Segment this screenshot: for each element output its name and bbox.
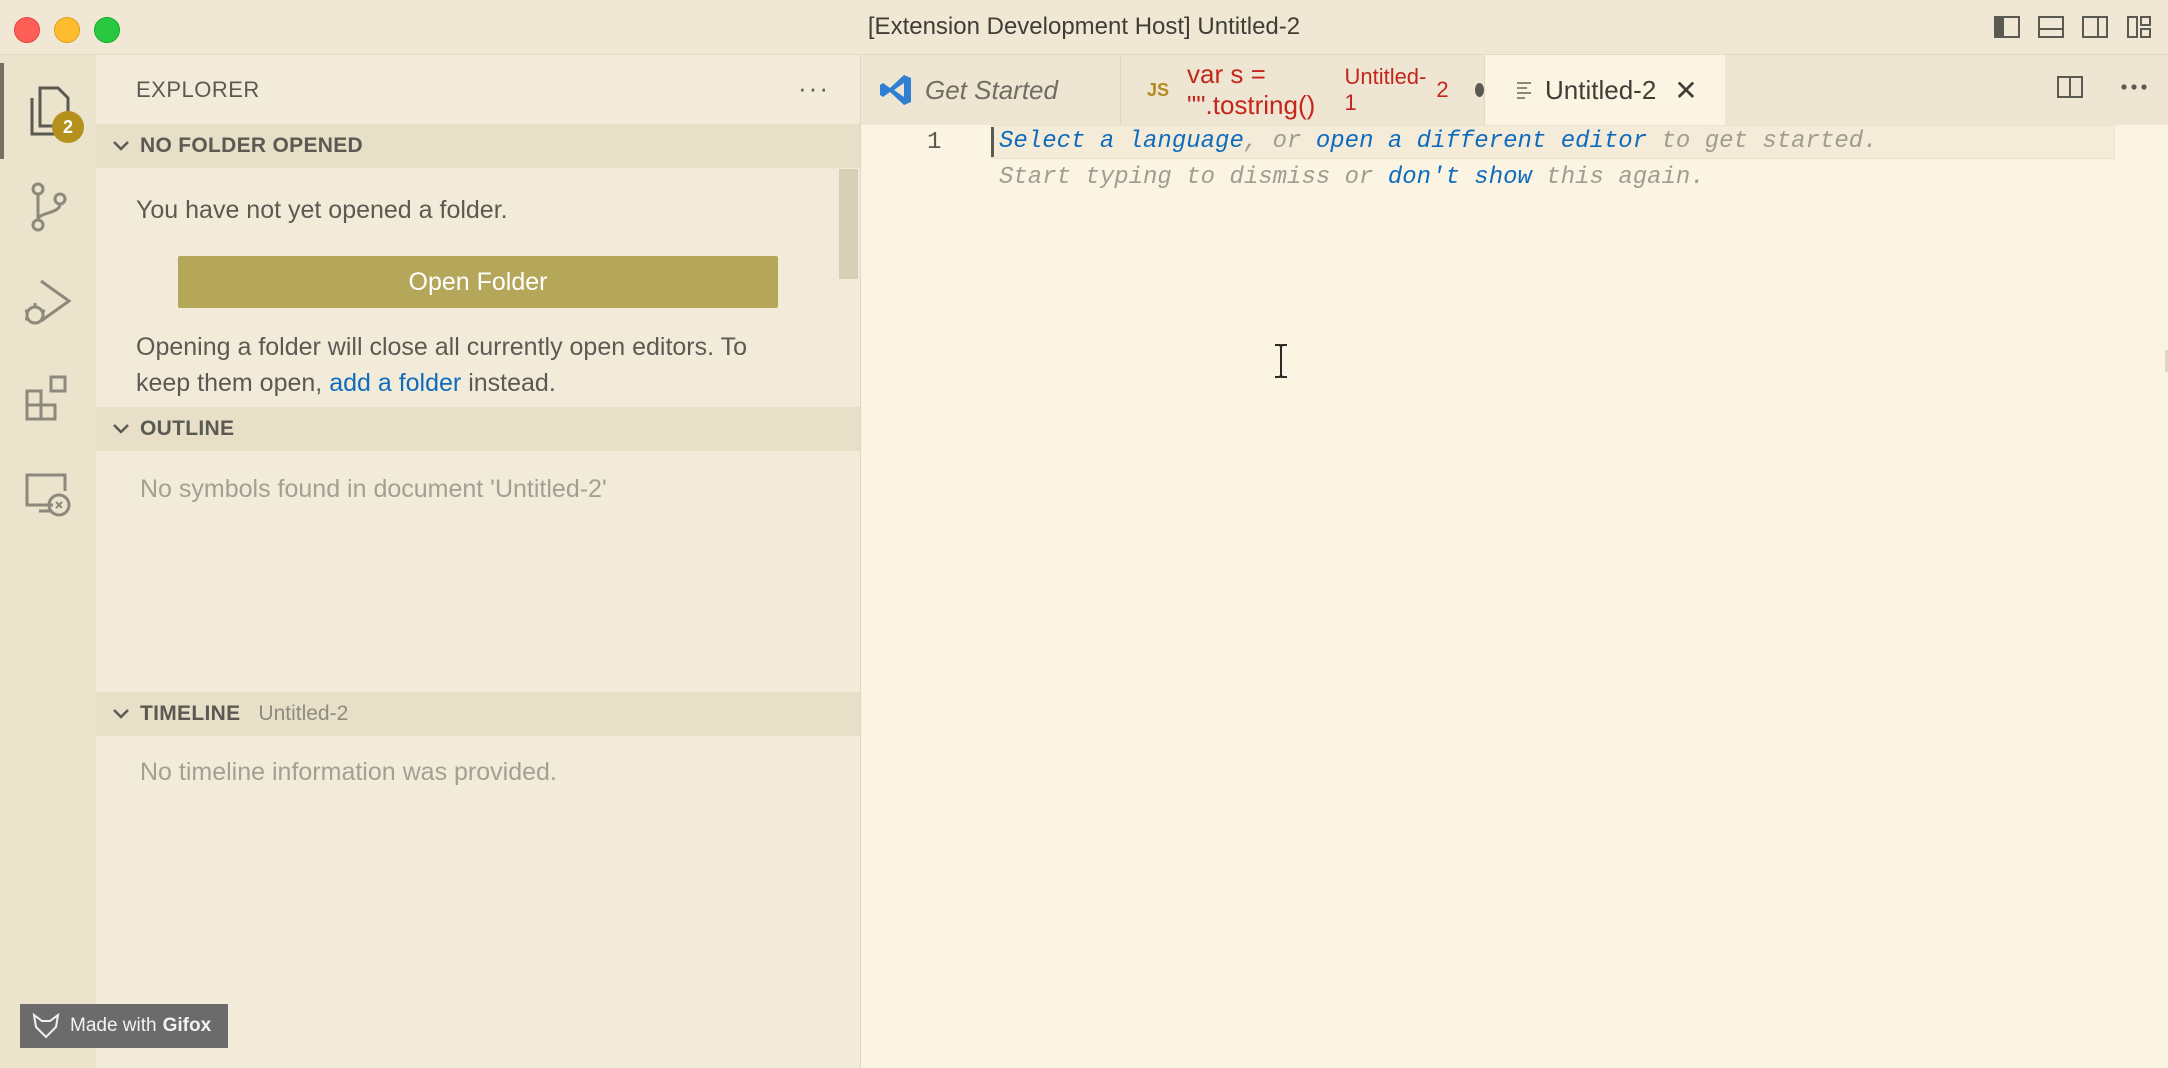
activity-explorer[interactable]: 2 bbox=[0, 63, 96, 159]
source-control-icon bbox=[31, 182, 67, 232]
timeline-empty-message: No timeline information was provided. bbox=[140, 758, 557, 786]
run-debug-icon bbox=[25, 279, 72, 325]
javascript-file-icon: JS bbox=[1147, 79, 1170, 100]
tab-untitled-1[interactable]: JS var s = "".tostring() Untitled-1 2 bbox=[1121, 55, 1485, 125]
section-outline-header[interactable]: OUTLINE bbox=[96, 407, 860, 451]
fox-logo-icon bbox=[32, 1013, 60, 1039]
hint-text: Start typing to dismiss or bbox=[999, 164, 1388, 191]
side-bar-explorer: EXPLORER ··· NO FOLDER OPENED You have n… bbox=[96, 55, 861, 1068]
editor-area[interactable]: 1 Select a language, or open a different… bbox=[861, 125, 2168, 1068]
note-line2: keep them open, add a folder instead. bbox=[136, 365, 836, 401]
add-folder-link[interactable]: add a folder bbox=[329, 369, 461, 397]
tab-label: Untitled-2 bbox=[1545, 74, 1657, 105]
note-text: keep them open, bbox=[136, 369, 323, 397]
tab-label: Get Started bbox=[925, 74, 1058, 105]
remote-explorer-icon bbox=[25, 473, 71, 517]
tab-problem-count: 2 bbox=[1436, 77, 1449, 102]
watermark-prefix: Made with bbox=[70, 1015, 157, 1036]
activity-source-control[interactable] bbox=[0, 159, 96, 255]
text-file-icon bbox=[1517, 82, 1531, 99]
section-timeline-header[interactable]: TIMELINE Untitled-2 bbox=[96, 692, 860, 736]
note-line1: Opening a folder will close all currentl… bbox=[136, 333, 747, 361]
editor-tab-bar: Get Started JS var s = "".tostring() Unt… bbox=[861, 55, 2168, 125]
activity-run-debug[interactable] bbox=[0, 255, 96, 351]
close-icon[interactable]: ✕ bbox=[1674, 74, 1697, 107]
unsaved-dot-icon[interactable] bbox=[1474, 83, 1484, 97]
section-title: TIMELINE bbox=[140, 702, 241, 725]
editor-actions bbox=[2056, 73, 2148, 101]
tab-label: var s = "".tostring() bbox=[1187, 59, 1316, 120]
more-actions-icon[interactable] bbox=[2120, 83, 2148, 91]
layout-controls bbox=[1992, 12, 2154, 42]
customize-layout-icon[interactable] bbox=[2124, 12, 2154, 42]
activity-extensions[interactable] bbox=[0, 351, 96, 447]
chevron-down-icon bbox=[113, 424, 129, 434]
ibeam-cursor-icon bbox=[1275, 344, 1287, 378]
explorer-badge: 2 bbox=[52, 111, 84, 143]
explorer-title: EXPLORER bbox=[136, 77, 260, 102]
outline-empty-message: No symbols found in document 'Untitled-2… bbox=[140, 475, 607, 503]
section-subtitle: Untitled-2 bbox=[258, 702, 349, 725]
sidebar-scrollbar[interactable] bbox=[839, 169, 858, 279]
tab-get-started[interactable]: Get Started bbox=[861, 55, 1121, 125]
hint-text: to get started. bbox=[1647, 128, 1878, 155]
chevron-down-icon bbox=[113, 141, 129, 151]
editor-hint-line1: Select a language, or open a different e… bbox=[999, 128, 1878, 155]
split-editor-icon[interactable] bbox=[2056, 73, 2084, 101]
open-folder-button[interactable]: Open Folder bbox=[178, 256, 778, 308]
section-no-folder-header[interactable]: NO FOLDER OPENED bbox=[96, 124, 860, 168]
toggle-primary-sidebar-icon[interactable] bbox=[1992, 12, 2022, 42]
text-cursor bbox=[991, 127, 994, 157]
hint-text: , or bbox=[1243, 128, 1316, 155]
toggle-panel-icon[interactable] bbox=[2036, 12, 2066, 42]
section-title: NO FOLDER OPENED bbox=[140, 134, 363, 157]
chevron-down-icon bbox=[113, 709, 129, 719]
title-bar: [Extension Development Host] Untitled-2 bbox=[0, 0, 2168, 55]
window-title: [Extension Development Host] Untitled-2 bbox=[867, 13, 1301, 40]
dont-show-link[interactable]: don't show bbox=[1388, 164, 1532, 191]
section-title: OUTLINE bbox=[140, 417, 235, 440]
editor-hint-line2: Start typing to dismiss or don't show th… bbox=[999, 164, 1705, 191]
select-language-link[interactable]: Select a language bbox=[999, 128, 1244, 155]
tab-description: Untitled-1 bbox=[1344, 64, 1427, 115]
line-number: 1 bbox=[927, 129, 942, 156]
vscode-logo-icon bbox=[880, 75, 911, 105]
open-different-editor-link[interactable]: open a different editor bbox=[1316, 128, 1647, 155]
tab-untitled-2[interactable]: Untitled-2 ✕ bbox=[1485, 55, 1725, 125]
no-folder-note: Opening a folder will close all currentl… bbox=[136, 329, 836, 401]
extensions-icon bbox=[25, 375, 67, 421]
watermark-brand: Gifox bbox=[162, 1015, 212, 1036]
gifox-watermark: Made with Gifox bbox=[20, 1004, 228, 1048]
activity-remote-explorer[interactable] bbox=[0, 447, 96, 543]
note-text-end: instead. bbox=[468, 369, 556, 397]
toggle-secondary-sidebar-icon[interactable] bbox=[2080, 12, 2110, 42]
no-folder-message: You have not yet opened a folder. bbox=[136, 196, 508, 224]
hint-text: this again. bbox=[1531, 164, 1705, 191]
explorer-more-actions-button[interactable]: ··· bbox=[798, 73, 830, 104]
activity-bar: 2 bbox=[0, 55, 97, 1068]
